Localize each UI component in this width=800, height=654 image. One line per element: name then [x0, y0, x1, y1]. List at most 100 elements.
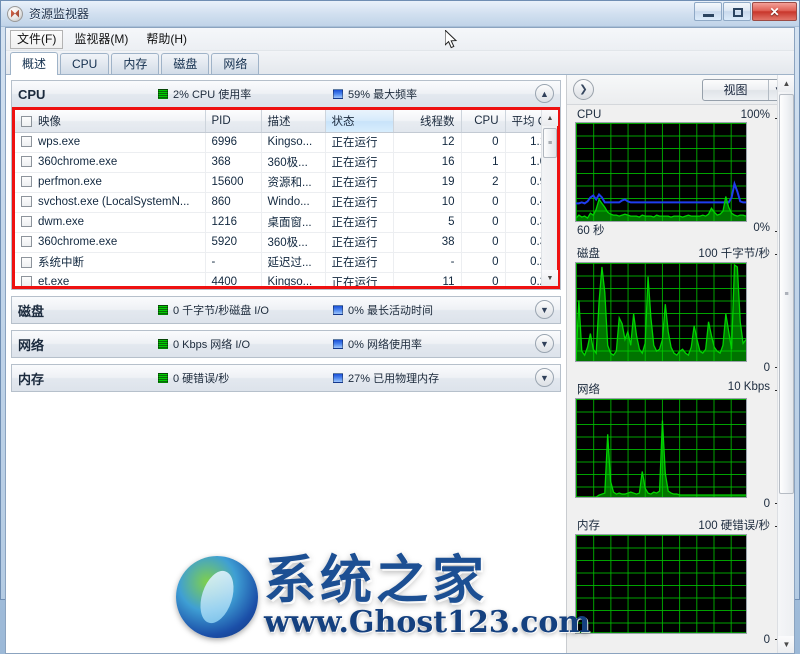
- process-table-header-row: 映像 PID 描述 状态 线程数 CPU 平均 C...: [15, 110, 541, 132]
- tab-cpu[interactable]: CPU: [60, 53, 109, 74]
- graph-内存: 内存100 硬错误/秒0: [575, 517, 772, 647]
- cpu-usage-swatch-icon: [158, 89, 168, 99]
- graph-canvas: [575, 122, 747, 222]
- cell-threads: 12: [393, 132, 461, 152]
- section-disk-expand-chevron-down-icon[interactable]: ▼: [535, 300, 554, 319]
- row-checkbox[interactable]: [21, 276, 32, 286]
- cell-image: 360chrome.exe: [15, 152, 205, 172]
- cpu-maxfreq-text: 59% 最大频率: [348, 86, 417, 102]
- graph-title: 网络: [577, 381, 600, 397]
- section-cpu-header[interactable]: CPU 2% CPU 使用率 59% 最大频率 ▲: [12, 81, 560, 107]
- section-cpu: CPU 2% CPU 使用率 59% 最大频率 ▲: [11, 80, 561, 290]
- graph-title: CPU: [577, 109, 601, 121]
- select-all-checkbox[interactable]: [21, 116, 32, 127]
- cpu-usage-text: 2% CPU 使用率: [173, 86, 251, 102]
- tab-strip: 概述 CPU 内存 磁盘 网络: [6, 51, 794, 75]
- window-controls: ✕: [694, 2, 797, 21]
- graph-canvas: [575, 398, 747, 498]
- col-header-image[interactable]: 映像: [15, 110, 205, 132]
- graph-ymax-label: 100 千字节/秒: [698, 245, 770, 261]
- section-memory: 内存 0 硬错误/秒 27% 已用物理内存 ▼: [11, 364, 561, 392]
- row-checkbox[interactable]: [21, 156, 32, 167]
- graph-scrollbar-thumb[interactable]: ≡: [779, 94, 794, 494]
- section-cpu-collapse-chevron-up-icon[interactable]: ▲: [535, 84, 554, 103]
- cell-pid: 5920: [205, 232, 261, 252]
- cell-cpu: 0: [461, 132, 505, 152]
- overview-pane: CPU 2% CPU 使用率 59% 最大频率 ▲: [6, 75, 566, 653]
- graph-scroll-up-arrow-icon[interactable]: ▲: [778, 75, 794, 92]
- row-checkbox[interactable]: [21, 196, 32, 207]
- graph-top-labels: CPU100%: [575, 109, 772, 122]
- graph-CPU: CPU100%60 秒0%: [575, 109, 772, 239]
- col-header-description[interactable]: 描述: [261, 110, 325, 132]
- title-bar[interactable]: 资源监视器 ✕: [1, 1, 799, 27]
- table-row[interactable]: svchost.exe (LocalSystemN...860Windo...正…: [15, 192, 541, 212]
- process-table-body: wps.exe6996Kingso...正在运行1201.18360chrome…: [15, 132, 541, 286]
- section-memory-expand-chevron-down-icon[interactable]: ▼: [535, 368, 554, 387]
- cell-cpu: 1: [461, 152, 505, 172]
- graph-pane-scrollbar[interactable]: ▲ ≡ ▼: [777, 75, 794, 653]
- cell-pid: 4400: [205, 272, 261, 286]
- close-icon: ✕: [753, 5, 796, 19]
- tab-overview[interactable]: 概述: [10, 52, 58, 75]
- table-row[interactable]: 系统中断-延迟过...正在运行-00.28: [15, 252, 541, 272]
- maximize-button[interactable]: [723, 2, 751, 21]
- disk-active-text: 0% 最长活动时间: [348, 302, 433, 318]
- section-disk-header[interactable]: 磁盘 0 千字节/秒磁盘 I/O 0% 最长活动时间 ▼: [12, 297, 560, 323]
- tab-network[interactable]: 网络: [211, 53, 259, 74]
- cell-image: et.exe: [15, 272, 205, 286]
- process-table-scrollbar[interactable]: ▲ ≡ ▼: [541, 110, 557, 286]
- row-checkbox[interactable]: [21, 236, 32, 247]
- col-header-pid[interactable]: PID: [205, 110, 261, 132]
- row-checkbox[interactable]: [21, 257, 32, 268]
- section-network-header[interactable]: 网络 0 Kbps 网络 I/O 0% 网络使用率 ▼: [12, 331, 560, 357]
- graph-pane: ❯ 视图 ▼ CPU100%60 秒0% 磁盘100 千字节/秒 0 网络10 Kbp…: [566, 75, 794, 653]
- table-scroll-down-arrow-icon[interactable]: ▼: [542, 270, 558, 286]
- section-cpu-stat-usage: 2% CPU 使用率: [158, 86, 333, 102]
- graph-ymin-label: 0: [764, 634, 770, 646]
- row-checkbox[interactable]: [21, 216, 32, 227]
- cell-threads: 19: [393, 172, 461, 192]
- table-scrollbar-thumb[interactable]: ≡: [543, 128, 557, 158]
- cell-image: 系统中断: [15, 252, 205, 272]
- graph-scroll-down-arrow-icon[interactable]: ▼: [778, 636, 794, 653]
- graph-top-labels: 磁盘100 千字节/秒: [575, 245, 772, 262]
- row-checkbox[interactable]: [21, 136, 32, 147]
- menu-help[interactable]: 帮助(H): [139, 30, 194, 49]
- col-header-avg-cpu[interactable]: 平均 C...: [505, 110, 541, 132]
- graph-series: [576, 123, 746, 221]
- minimize-button[interactable]: [694, 2, 722, 21]
- section-memory-header[interactable]: 内存 0 硬错误/秒 27% 已用物理内存 ▼: [12, 365, 560, 391]
- disk-active-swatch-icon: [333, 305, 343, 315]
- graph-top-labels: 网络10 Kbps: [575, 381, 772, 398]
- view-dropdown-button[interactable]: 视图 ▼: [702, 79, 788, 101]
- table-row[interactable]: 360chrome.exe368360极...正在运行1611.05: [15, 152, 541, 172]
- process-image-name: dwm.exe: [38, 216, 84, 228]
- view-dropdown-label: 视图: [703, 81, 768, 98]
- table-row[interactable]: perfmon.exe15600资源和...正在运行1920.97: [15, 172, 541, 192]
- cell-status: 正在运行: [325, 132, 393, 152]
- graph-series: [576, 263, 746, 361]
- table-scroll-up-arrow-icon[interactable]: ▲: [542, 110, 558, 126]
- table-row[interactable]: dwm.exe1216桌面窗...正在运行500.38: [15, 212, 541, 232]
- cell-status: 正在运行: [325, 252, 393, 272]
- table-row[interactable]: et.exe4400Kingso...正在运行1100.26: [15, 272, 541, 286]
- menu-file[interactable]: 文件(F): [10, 30, 63, 49]
- graph-list: CPU100%60 秒0%磁盘100 千字节/秒0网络10 Kbps0内存100…: [567, 105, 794, 653]
- cell-cpu: 0: [461, 232, 505, 252]
- cell-desc: Kingso...: [261, 272, 325, 286]
- col-header-cpu[interactable]: CPU: [461, 110, 505, 132]
- row-checkbox[interactable]: [21, 176, 32, 187]
- menu-monitor[interactable]: 监视器(M): [67, 30, 135, 49]
- section-memory-stat-faults: 0 硬错误/秒: [158, 370, 333, 386]
- col-header-status[interactable]: 状态: [325, 110, 393, 132]
- close-button[interactable]: ✕: [752, 2, 797, 21]
- cell-status: 正在运行: [325, 272, 393, 286]
- table-row[interactable]: 360chrome.exe5920360极...正在运行3800.36: [15, 232, 541, 252]
- col-header-threads[interactable]: 线程数: [393, 110, 461, 132]
- tab-memory[interactable]: 内存: [111, 53, 159, 74]
- table-row[interactable]: wps.exe6996Kingso...正在运行1201.18: [15, 132, 541, 152]
- section-network-expand-chevron-down-icon[interactable]: ▼: [535, 334, 554, 353]
- collapse-graph-pane-chevron-right-icon[interactable]: ❯: [573, 79, 594, 100]
- tab-disk[interactable]: 磁盘: [161, 53, 209, 74]
